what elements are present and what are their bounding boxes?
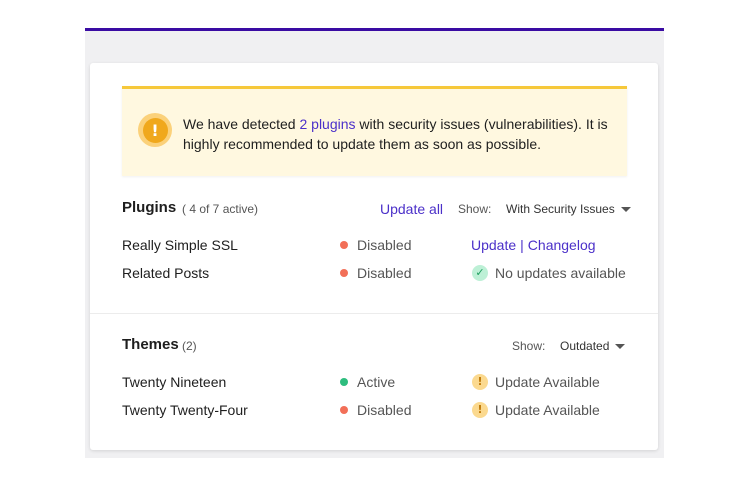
warning-icon: ! xyxy=(472,374,488,390)
section-divider xyxy=(90,313,658,314)
status-dot-icon xyxy=(340,269,348,277)
plugin-status: Disabled xyxy=(340,265,411,281)
plugin-actions: Update | Changelog xyxy=(471,237,596,253)
no-updates-label: No updates available xyxy=(495,265,626,281)
themes-count: (2) xyxy=(182,339,197,353)
plugins-title: Plugins xyxy=(122,199,177,216)
status-dot-icon xyxy=(340,406,348,414)
plugin-name: Related Posts xyxy=(122,265,210,281)
theme-name: Twenty Nineteen xyxy=(122,374,227,390)
plugin-status: Disabled xyxy=(340,237,411,253)
notice-text: We have detected 2 plugins with security… xyxy=(183,114,613,154)
check-icon: ✓ xyxy=(472,265,488,281)
theme-status: Disabled xyxy=(340,402,411,418)
exclamation-icon: ! xyxy=(138,113,172,147)
themes-filter-value: Outdated xyxy=(560,339,610,353)
notice-plugins-link[interactable]: 2 plugins xyxy=(299,116,355,132)
changelog-link[interactable]: Changelog xyxy=(528,237,596,253)
update-all-button[interactable]: Update all xyxy=(380,201,443,217)
plugins-count: ( 4 of 7 active) xyxy=(182,202,259,216)
warning-icon: ! xyxy=(472,402,488,418)
plugins-filter-value: With Security Issues xyxy=(506,202,615,216)
status-label: Disabled xyxy=(357,265,412,281)
status-dot-icon xyxy=(340,378,348,386)
themes-filter-dropdown[interactable]: Outdated xyxy=(560,339,626,353)
plugin-update-status: ✓ No updates available xyxy=(472,265,626,281)
link-separator: | xyxy=(520,237,524,253)
status-dot-icon xyxy=(340,241,348,249)
security-notice: ! We have detected 2 plugins with securi… xyxy=(122,86,627,176)
plugins-show-label: Show: xyxy=(458,202,492,216)
chevron-down-icon xyxy=(620,206,631,212)
status-label: Active xyxy=(357,374,396,390)
update-available-label: Update Available xyxy=(495,374,600,390)
plugin-name: Really Simple SSL xyxy=(122,237,238,253)
theme-name: Twenty Twenty-Four xyxy=(122,402,248,418)
status-label: Disabled xyxy=(357,237,412,253)
notice-text-before: We have detected xyxy=(183,116,300,132)
theme-update-status: ! Update Available xyxy=(472,402,600,418)
chevron-down-icon xyxy=(615,343,626,349)
site-health-card: ! We have detected 2 plugins with securi… xyxy=(90,63,658,450)
theme-update-status: ! Update Available xyxy=(472,374,600,390)
theme-status: Active xyxy=(340,374,395,390)
themes-show-label: Show: xyxy=(512,339,546,353)
status-label: Disabled xyxy=(357,402,412,418)
plugins-filter-dropdown[interactable]: With Security Issues xyxy=(506,202,631,216)
update-available-label: Update Available xyxy=(495,402,600,418)
themes-title: Themes xyxy=(122,336,179,353)
update-link[interactable]: Update xyxy=(471,237,516,253)
